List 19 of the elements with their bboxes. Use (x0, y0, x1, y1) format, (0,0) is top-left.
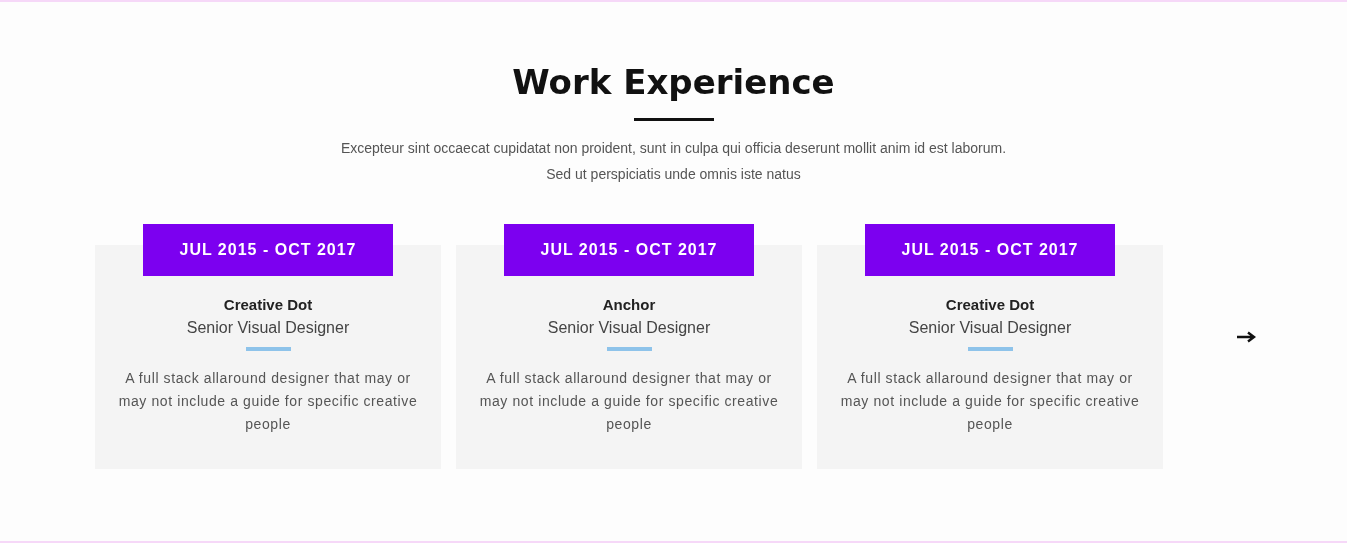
next-arrow-icon[interactable] (1236, 331, 1256, 343)
card-description: A full stack allaround designer that may or may not include a guide for specific creative people (840, 369, 1140, 434)
company-name: Anchor (602, 296, 656, 313)
accent-bar (967, 347, 1013, 351)
accent-bar (606, 347, 652, 351)
date-badge: JUL 2015 - OCT 2017 (143, 224, 393, 276)
intro-text: Sed ut perspiciatis unde omnis iste natus (546, 165, 801, 184)
date-badge: JUL 2015 - OCT 2017 (865, 224, 1115, 276)
job-title: Senior Visual Designer (908, 319, 1072, 337)
company-name: Creative Dot (945, 296, 1035, 313)
job-title: Senior Visual Designer (547, 319, 711, 337)
company-name: Creative Dot (223, 296, 313, 313)
section-title: Work Experience (512, 61, 835, 104)
job-title: Senior Visual Designer (186, 319, 350, 337)
accent-bar (245, 347, 291, 351)
intro-text: Excepteur sint occaecat cupidatat non proident, sunt in culpa qui officia deserunt mollit anim id est laborum. (340, 139, 1007, 158)
date-badge: JUL 2015 - OCT 2017 (504, 224, 754, 276)
card-description: A full stack allaround designer that may or may not include a guide for specific creative people (479, 369, 779, 434)
card-description: A full stack allaround designer that may or may not include a guide for specific creative people (118, 369, 418, 434)
